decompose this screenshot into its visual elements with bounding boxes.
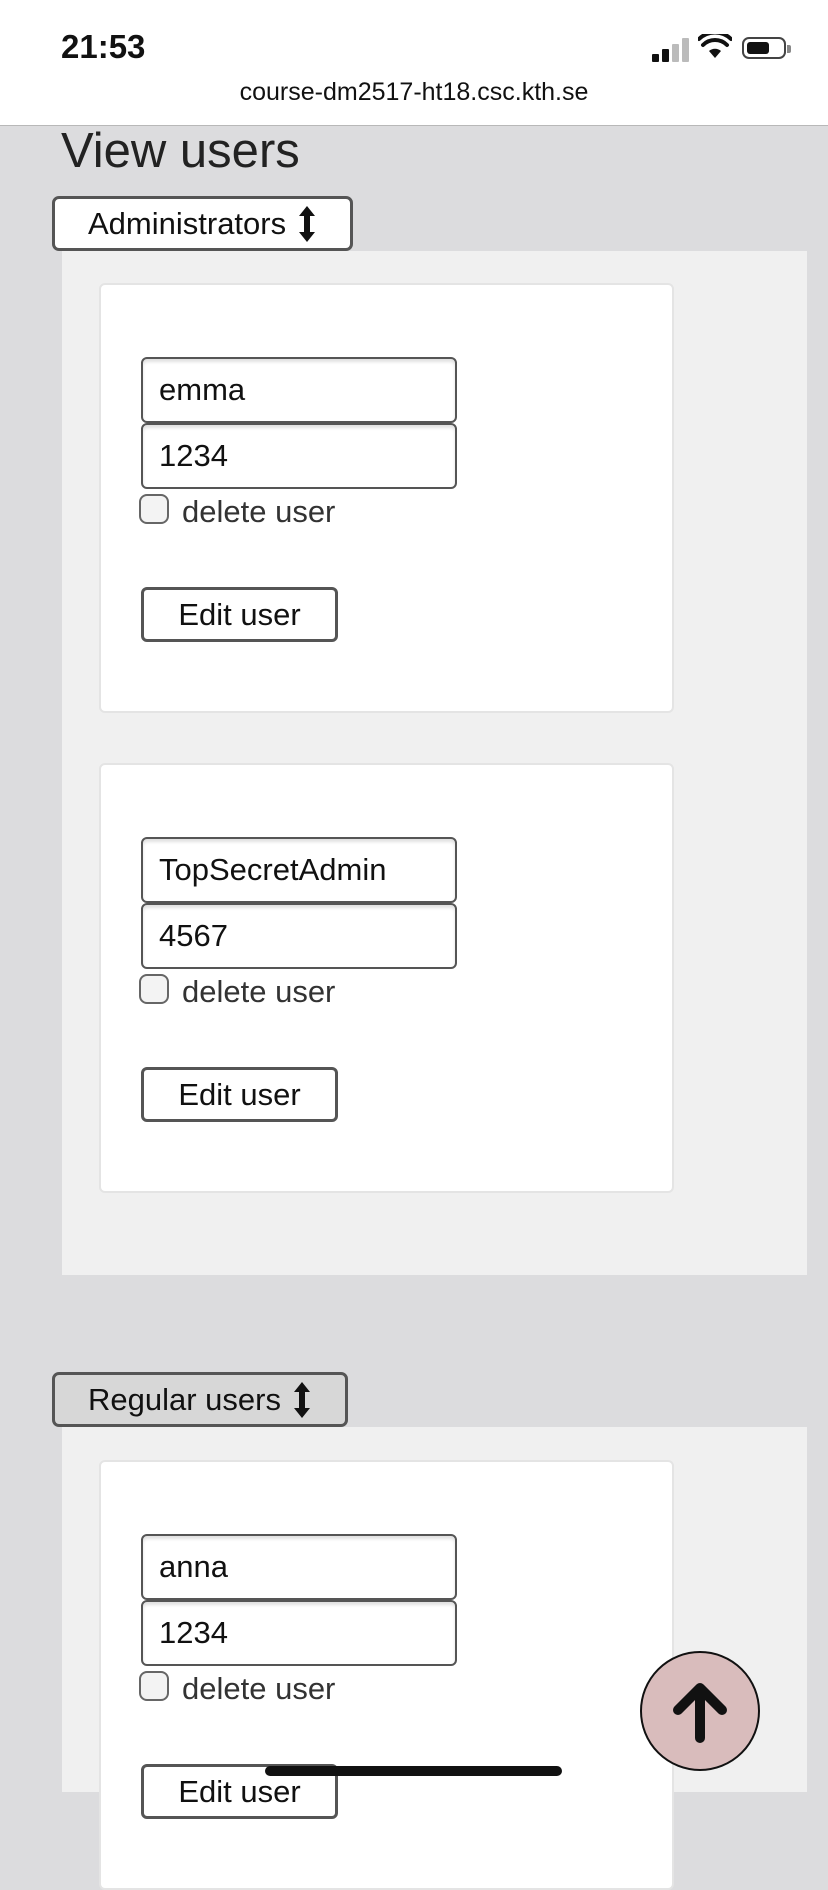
regular-users-toggle-button[interactable]: Regular users xyxy=(52,1372,348,1427)
password-field[interactable] xyxy=(141,1600,457,1666)
edit-user-button[interactable]: Edit user xyxy=(141,1067,338,1122)
user-card: delete user Edit user xyxy=(99,283,674,713)
ios-status-bar: 21:53 course-dm2517-ht18.csc.kth.se xyxy=(0,0,828,126)
scroll-to-top-button[interactable] xyxy=(640,1651,760,1771)
page-title: View users xyxy=(61,124,300,178)
user-card: delete user Edit user xyxy=(99,763,674,1193)
clock: 21:53 xyxy=(61,28,146,65)
cellular-signal-icon xyxy=(652,38,692,62)
administrators-toggle-label: Administrators xyxy=(88,205,287,241)
regular-users-toggle-label: Regular users xyxy=(88,1381,281,1417)
delete-user-label: delete user xyxy=(182,974,336,1009)
delete-user-label: delete user xyxy=(182,1671,336,1706)
administrators-section: delete user Edit user delete user Edit u… xyxy=(62,251,807,1275)
username-field[interactable] xyxy=(141,1534,457,1600)
delete-user-checkbox[interactable] xyxy=(139,974,169,1004)
delete-user-checkbox[interactable] xyxy=(139,494,169,524)
username-field[interactable] xyxy=(141,837,457,903)
wifi-icon xyxy=(698,34,732,58)
delete-user-checkbox[interactable] xyxy=(139,1671,169,1701)
home-indicator[interactable] xyxy=(265,1766,562,1776)
up-down-arrow-icon xyxy=(299,205,316,242)
password-field[interactable] xyxy=(141,423,457,489)
delete-user-label: delete user xyxy=(182,494,336,529)
battery-icon xyxy=(742,37,791,59)
administrators-toggle-button[interactable]: Administrators xyxy=(52,196,353,251)
password-field[interactable] xyxy=(141,903,457,969)
up-down-arrow-icon xyxy=(293,1381,310,1418)
username-field[interactable] xyxy=(141,357,457,423)
user-card: delete user Edit user xyxy=(99,1460,674,1890)
edit-user-button[interactable]: Edit user xyxy=(141,587,338,642)
arrow-up-icon xyxy=(673,1683,727,1743)
address-bar-url[interactable]: course-dm2517-ht18.csc.kth.se xyxy=(0,78,828,107)
page-content: View users Administrators delete user Ed… xyxy=(11,0,817,1890)
